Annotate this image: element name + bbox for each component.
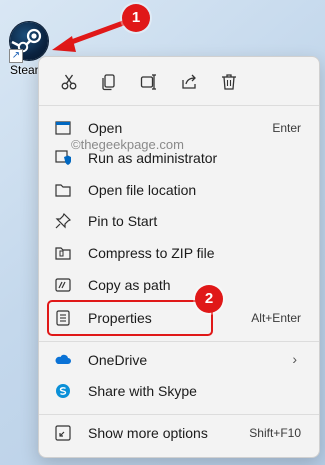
menu-item-onedrive[interactable]: OneDrive › <box>47 345 311 375</box>
folder-icon <box>55 184 71 197</box>
menu-item-label: Run as administrator <box>88 150 218 166</box>
step-1-badge: 1 <box>122 4 150 32</box>
zip-folder-icon <box>55 247 71 260</box>
quick-actions-bar <box>51 67 251 97</box>
delete-button[interactable] <box>213 67 245 97</box>
share-button[interactable] <box>173 67 205 97</box>
shortcut-text: Alt+Enter <box>251 311 301 325</box>
more-options-icon <box>55 425 71 441</box>
shield-icon <box>55 150 71 165</box>
menu-item-run-as-administrator[interactable]: Run as administrator <box>47 143 311 173</box>
menu-item-compress-to-zip[interactable]: Compress to ZIP file <box>47 238 311 268</box>
menu-separator <box>39 105 319 106</box>
menu-item-pin-to-start[interactable]: Pin to Start <box>47 206 311 236</box>
delete-icon <box>222 74 236 90</box>
copy-icon <box>102 74 115 91</box>
menu-item-share-with-skype[interactable]: Share with Skype <box>47 376 311 406</box>
shortcut-text: Enter <box>272 121 301 135</box>
pin-icon <box>55 213 71 229</box>
menu-item-copy-as-path[interactable]: Copy as path <box>47 270 311 300</box>
properties-highlight-box <box>47 300 213 336</box>
menu-separator <box>39 341 319 342</box>
cut-icon <box>61 74 77 90</box>
skype-icon <box>56 384 70 398</box>
menu-separator <box>39 414 319 415</box>
rename-button[interactable] <box>133 67 165 97</box>
context-menu: Open Enter ©thegeekpage.com Run as admin… <box>38 56 320 458</box>
copy-path-icon <box>55 278 71 292</box>
shortcut-text: Shift+F10 <box>249 426 301 440</box>
menu-item-label: Copy as path <box>88 277 171 293</box>
open-icon <box>55 121 71 135</box>
share-icon <box>182 74 196 89</box>
step-2-badge: 2 <box>195 285 223 313</box>
menu-item-label: Share with Skype <box>88 383 197 399</box>
menu-item-label: Open <box>88 120 123 136</box>
menu-item-label: Open file location <box>88 182 197 198</box>
menu-item-label: Pin to Start <box>88 213 158 229</box>
menu-item-open-file-location[interactable]: Open file location <box>47 175 311 205</box>
copy-button[interactable] <box>93 67 125 97</box>
menu-item-label: OneDrive <box>88 352 148 368</box>
rename-icon <box>140 74 156 90</box>
menu-item-label: Show more options <box>88 425 208 441</box>
cut-button[interactable] <box>53 67 85 97</box>
menu-item-label: Compress to ZIP file <box>88 245 215 261</box>
chevron-right-icon: › <box>292 351 297 367</box>
menu-item-show-more-options[interactable]: Show more options Shift+F10 <box>47 418 311 448</box>
onedrive-icon <box>55 354 71 364</box>
